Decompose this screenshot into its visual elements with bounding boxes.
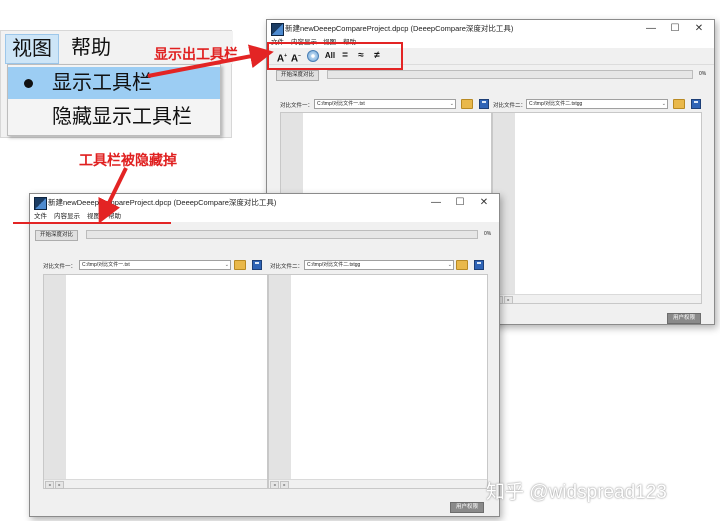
arrow-to-hidden-toolbar (98, 167, 128, 224)
annotation-arrows (98, 44, 274, 224)
arrow-to-toolbar (147, 44, 274, 78)
watermark: 知乎 @widspread123 (486, 482, 667, 503)
